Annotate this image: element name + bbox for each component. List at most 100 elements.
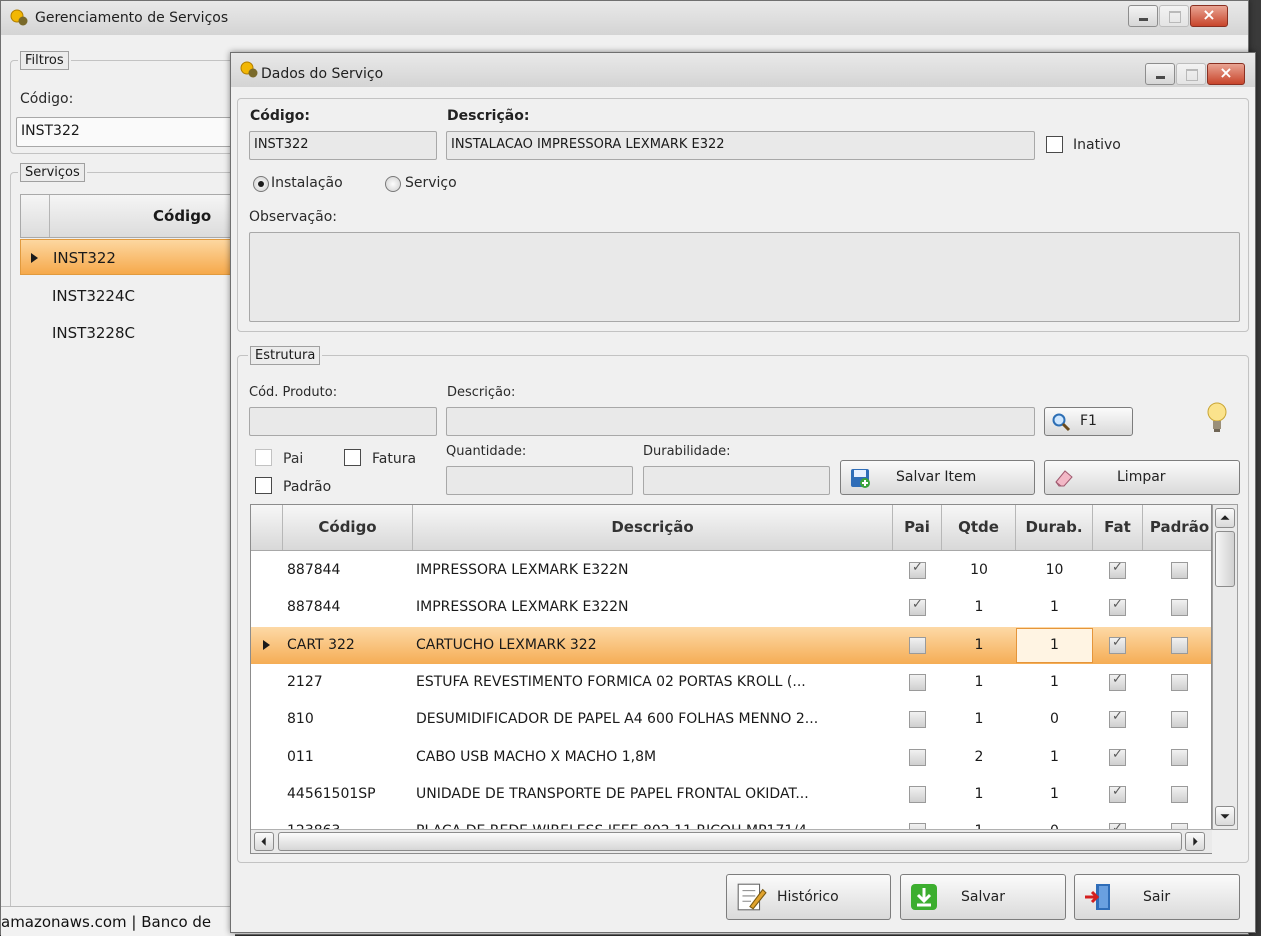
- inactive-checkbox[interactable]: [1046, 136, 1063, 153]
- cell-fat-checkbox[interactable]: [1109, 635, 1126, 654]
- minimize-button[interactable]: [1145, 63, 1175, 85]
- services-row[interactable]: INST3224C: [20, 278, 250, 314]
- maximize-button[interactable]: [1159, 5, 1189, 27]
- service-description-input[interactable]: INSTALACAO IMPRESSORA LEXMARK E322: [446, 131, 1035, 160]
- service-radio[interactable]: [385, 176, 401, 192]
- cell-pai-checkbox[interactable]: [909, 560, 926, 579]
- grid-row[interactable]: 44561501SP UNIDADE DE TRANSPORTE DE PAPEL…: [251, 776, 1211, 813]
- product-description-input[interactable]: [446, 407, 1035, 436]
- save-button[interactable]: Salvar: [900, 874, 1066, 920]
- fatura-checkbox[interactable]: [344, 449, 361, 466]
- services-row[interactable]: INST3228C: [20, 315, 250, 351]
- grid-row[interactable]: 887844 IMPRESSORA LEXMARK E322N 10 10: [251, 552, 1211, 589]
- cell-pai-checkbox[interactable]: [909, 636, 926, 654]
- quantity-input[interactable]: [446, 466, 633, 495]
- services-row[interactable]: INST322: [20, 239, 250, 275]
- row-indicator-icon: [31, 253, 38, 263]
- observation-label: Observação:: [249, 209, 337, 225]
- cell-fat-checkbox[interactable]: [1109, 747, 1126, 766]
- cell-pai-checkbox[interactable]: [909, 748, 926, 766]
- cell-durab: 1: [1050, 748, 1059, 765]
- cell-code: 887844: [287, 599, 341, 616]
- cell-padrao-checkbox[interactable]: [1171, 636, 1188, 654]
- padrao-label: Padrão: [283, 479, 332, 495]
- pai-checkbox[interactable]: [255, 449, 272, 466]
- history-button[interactable]: Histórico: [726, 874, 891, 920]
- services-grid-header: Código: [20, 194, 250, 238]
- cell-fat-checkbox[interactable]: [1109, 597, 1126, 617]
- col-header-padrao[interactable]: Padrão: [1143, 505, 1211, 550]
- cell-fat-checkbox[interactable]: [1109, 709, 1126, 729]
- minimize-button[interactable]: [1128, 5, 1158, 27]
- installation-radio-label[interactable]: Instalação: [271, 175, 343, 191]
- scroll-left-button[interactable]: [254, 832, 274, 851]
- save-icon: [911, 884, 937, 910]
- col-header-pai[interactable]: Pai: [893, 505, 942, 550]
- cell-pai-checkbox[interactable]: [909, 785, 926, 803]
- cell-pai-checkbox[interactable]: [909, 673, 926, 691]
- services-col-code[interactable]: Código: [153, 207, 211, 225]
- cell-qtde: 1: [974, 599, 984, 616]
- back-window-titlebar[interactable]: Gerenciamento de Serviços: [1, 1, 1248, 35]
- inactive-label: Inativo: [1073, 137, 1121, 153]
- cell-padrao-checkbox[interactable]: [1171, 785, 1188, 803]
- cell-padrao-checkbox[interactable]: [1171, 562, 1188, 579]
- cell-durab: 10: [1045, 562, 1064, 578]
- save-item-button[interactable]: Salvar Item: [840, 460, 1035, 495]
- exit-button[interactable]: Sair: [1074, 874, 1240, 920]
- cell-padrao-checkbox[interactable]: [1171, 599, 1188, 617]
- cell-padrao-checkbox[interactable]: [1171, 748, 1188, 766]
- cell-fat-checkbox[interactable]: [1109, 560, 1126, 579]
- app-icon: [240, 61, 258, 78]
- chevron-right-icon: [1193, 837, 1198, 846]
- filter-code-label: Código:: [20, 91, 74, 107]
- service-radio-label[interactable]: Serviço: [405, 175, 457, 191]
- close-button[interactable]: [1207, 63, 1245, 85]
- cell-padrao-checkbox[interactable]: [1171, 711, 1188, 729]
- filter-code-input[interactable]: INST322: [16, 117, 251, 147]
- durability-input[interactable]: [643, 466, 830, 495]
- col-header-fat[interactable]: Fat: [1093, 505, 1143, 550]
- service-window-titlebar[interactable]: Dados do Serviço: [231, 53, 1255, 87]
- grid-row[interactable]: 887844 IMPRESSORA LEXMARK E322N 1 1: [251, 589, 1211, 626]
- grid-vertical-scrollbar[interactable]: [1212, 504, 1238, 830]
- cell-padrao-checkbox[interactable]: [1171, 673, 1188, 691]
- cell-code: 887844: [287, 562, 341, 578]
- cell-fat-checkbox[interactable]: [1109, 784, 1126, 803]
- cell-durab: 0: [1050, 711, 1059, 728]
- grid-horizontal-scrollbar[interactable]: [251, 829, 1212, 853]
- scroll-down-button[interactable]: [1215, 806, 1235, 826]
- cell-qtde: 10: [970, 562, 988, 578]
- scroll-up-button[interactable]: [1215, 508, 1235, 528]
- scroll-thumb[interactable]: [1215, 531, 1235, 587]
- col-header-durab[interactable]: Durab.: [1016, 505, 1093, 550]
- service-description-label: Descrição:: [447, 108, 530, 124]
- col-header-qtde[interactable]: Qtde: [942, 505, 1016, 550]
- product-code-input[interactable]: [249, 407, 437, 436]
- hscroll-thumb[interactable]: [278, 832, 1182, 851]
- scroll-right-button[interactable]: [1185, 832, 1205, 851]
- search-icon: [1052, 413, 1071, 432]
- cell-durab-editor[interactable]: 1: [1016, 627, 1093, 663]
- cell-durab: 1: [1050, 785, 1059, 802]
- clear-button[interactable]: Limpar: [1044, 460, 1240, 495]
- cell-pai-checkbox[interactable]: [909, 597, 926, 617]
- cell-pai-checkbox[interactable]: [909, 711, 926, 729]
- service-code-input[interactable]: INST322: [249, 131, 437, 160]
- installation-radio[interactable]: [253, 176, 269, 192]
- maximize-button[interactable]: [1176, 63, 1206, 85]
- observation-textarea[interactable]: [249, 232, 1240, 322]
- grid-row[interactable]: 2127 ESTUFA REVESTIMENTO FORMICA 02 PORTA…: [251, 664, 1211, 701]
- cell-fat-checkbox[interactable]: [1109, 672, 1126, 691]
- grid-row[interactable]: 810 DESUMIDIFICADOR DE PAPEL A4 600 FOLHA…: [251, 701, 1211, 738]
- product-search-button[interactable]: F1: [1044, 407, 1133, 436]
- grid-row[interactable]: CART 322 CARTUCHO LEXMARK 322 1 1: [251, 626, 1211, 664]
- grid-row[interactable]: 011 CABO USB MACHO X MACHO 1,8M 2 1: [251, 739, 1211, 776]
- col-header-code[interactable]: Código: [283, 505, 413, 550]
- items-grid[interactable]: Código Descrição Pai Qtde Durab. Fat Pad…: [250, 504, 1212, 854]
- close-button[interactable]: [1190, 5, 1228, 27]
- col-header-description[interactable]: Descrição: [413, 505, 893, 550]
- cell-qtde: 1: [974, 785, 984, 802]
- padrao-checkbox[interactable]: [255, 477, 272, 494]
- row-indicator-icon: [263, 639, 270, 650]
